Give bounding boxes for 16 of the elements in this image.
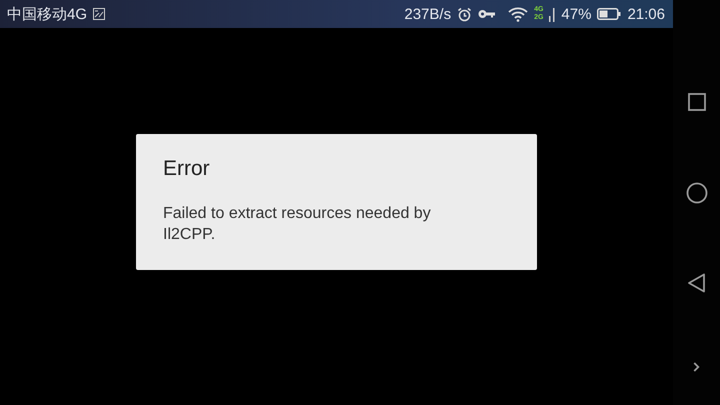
clock-time: 21:06 (627, 6, 665, 22)
error-message: Failed to extract resources needed by Il2CPP. (163, 204, 432, 245)
battery-icon (597, 8, 622, 20)
carrier-name: 中国移动4G (7, 4, 88, 24)
home-icon (684, 180, 708, 205)
key-icon (478, 9, 496, 19)
wifi-icon (508, 6, 528, 22)
signal-icon (549, 6, 556, 22)
image-icon (93, 8, 106, 20)
battery-percentage: 47% (561, 6, 592, 22)
alarm-clock-icon (457, 6, 472, 22)
dialog-title: Error (163, 157, 211, 181)
chevron-right-button[interactable] (693, 362, 700, 372)
home-button[interactable] (684, 180, 708, 205)
chevron-right-icon (693, 362, 700, 372)
network-speed: 237B/s (404, 6, 452, 22)
